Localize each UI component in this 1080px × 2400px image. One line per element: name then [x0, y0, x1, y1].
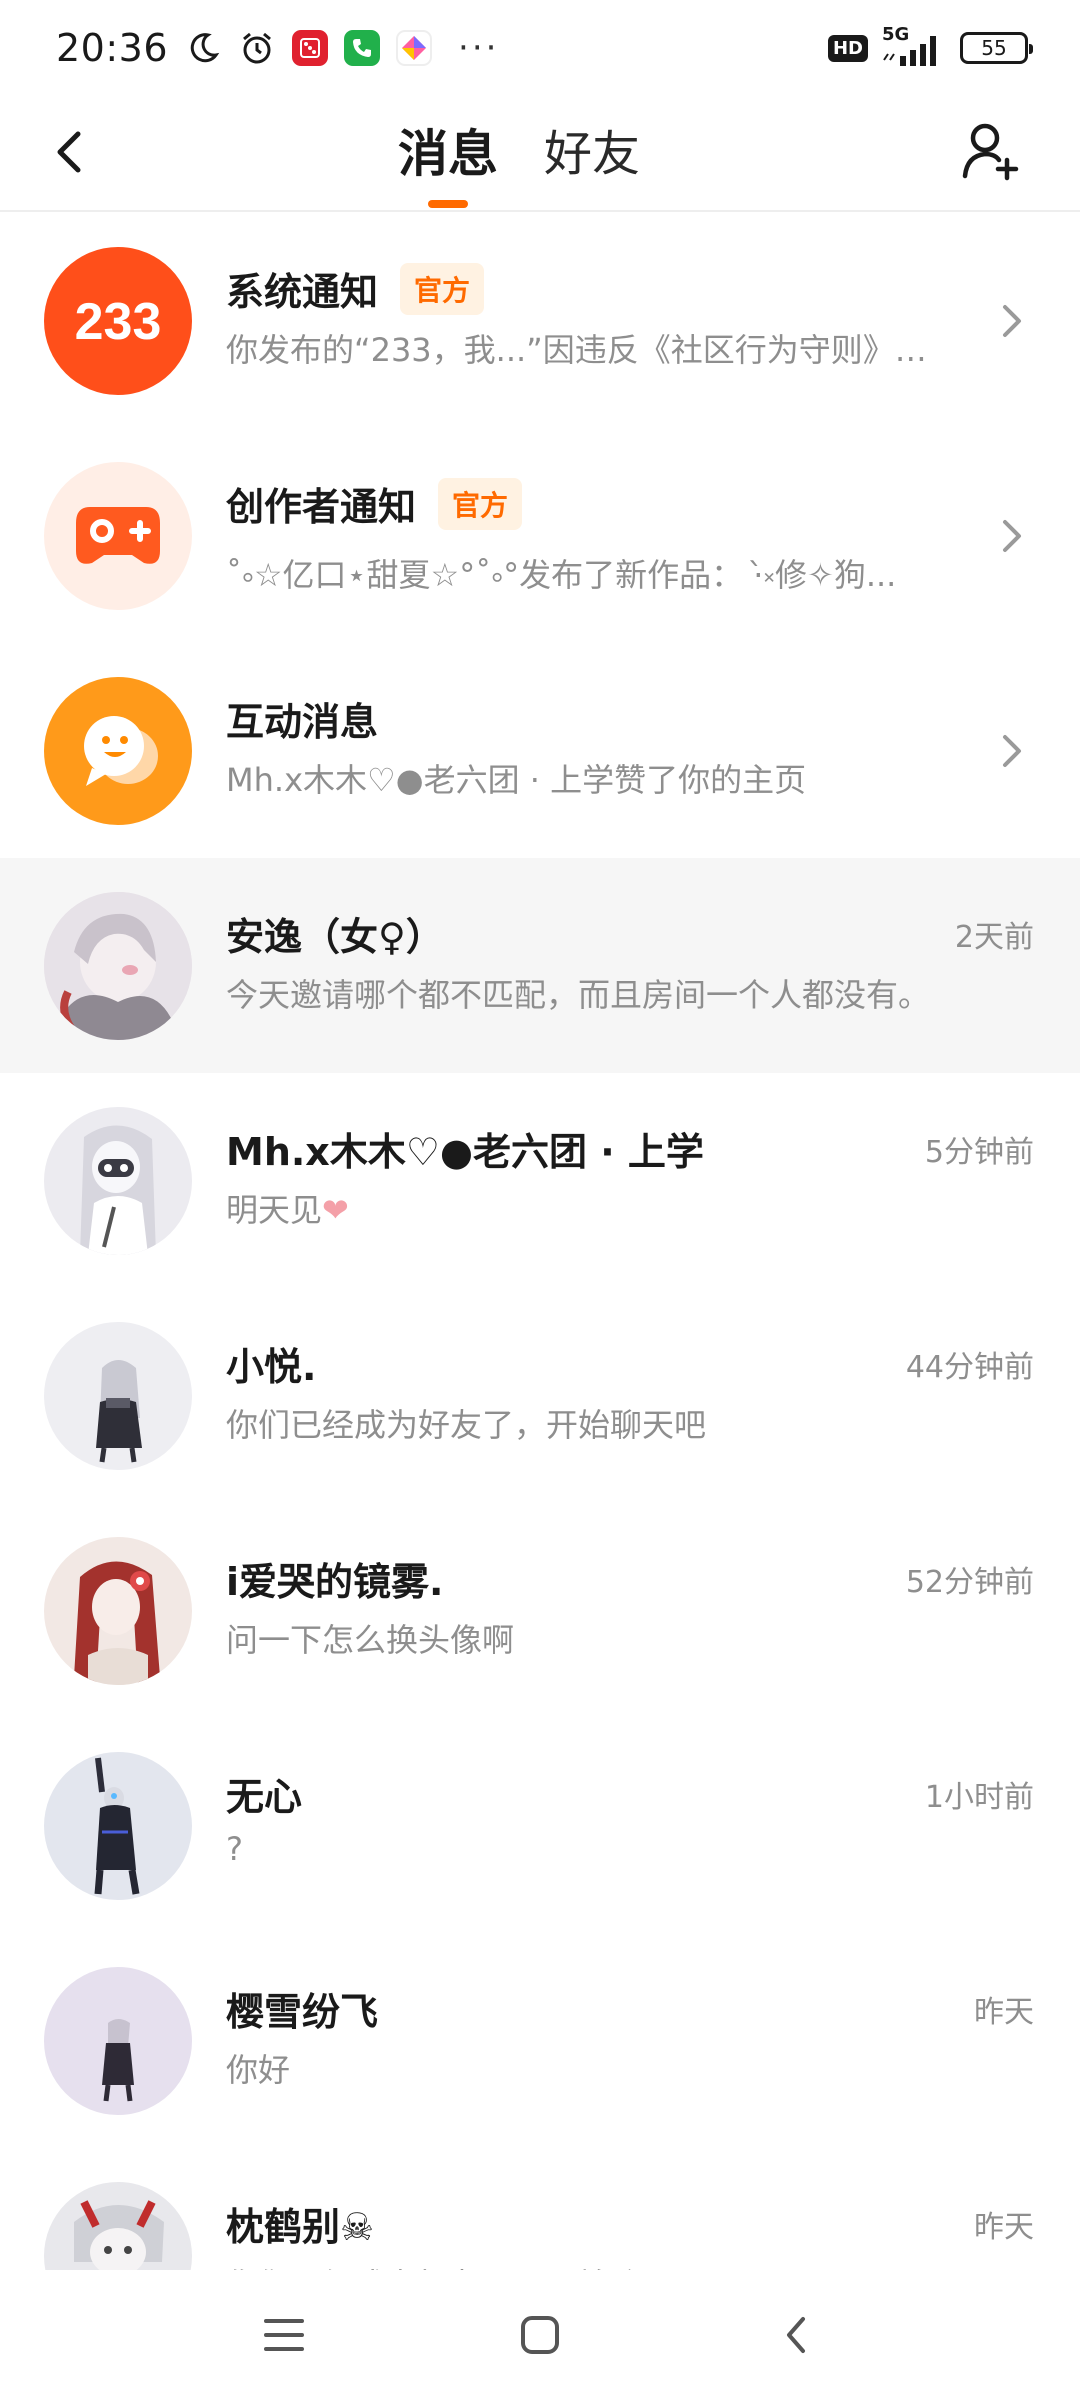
conversation-name: Mh.x木木♡●老六团 · 上学	[226, 1130, 704, 1174]
gallery-app-icon	[396, 30, 433, 66]
conversation-preview: 你好	[226, 2051, 291, 2089]
conversation-name: 创作者通知	[226, 485, 417, 529]
recent-apps-button[interactable]	[254, 2305, 314, 2365]
chevron-right-icon	[992, 514, 1032, 558]
chevron-right-icon	[992, 729, 1032, 773]
conversation-title-row: 安逸（女♀）	[226, 906, 444, 961]
conversation-name: 枕鹤别☠	[226, 2205, 375, 2249]
conversation-name: 无心	[226, 1775, 303, 1819]
home-icon	[521, 2316, 559, 2354]
tab-friends-label: 好友	[543, 126, 640, 182]
user-avatar	[44, 1322, 192, 1470]
status-time: 20:36	[56, 26, 169, 70]
hd-badge: HD	[827, 34, 868, 62]
conversation-time: 昨天	[974, 1995, 1034, 2030]
alarm-icon	[238, 29, 276, 67]
phone-app-icon	[344, 30, 381, 66]
tab-messages[interactable]: 消息	[398, 114, 498, 208]
battery-icon: 55	[960, 32, 1033, 64]
conversation-time: 昨天	[974, 2210, 1034, 2245]
signal-icon: 5G	[882, 24, 946, 68]
more-notifications-icon: ···	[458, 28, 500, 68]
list-item-chat[interactable]: Mh.x木木♡●老六团 · 上学 明天见❤ 5分钟前	[0, 1073, 1080, 1288]
back-icon	[787, 2317, 805, 2353]
conversation-title-row: 系统通知 官方	[226, 261, 485, 316]
user-avatar	[44, 1752, 192, 1900]
svg-text:233: 233	[75, 293, 162, 351]
conversation-title-row: i爱哭的镜雾.	[226, 1551, 443, 1606]
conversation-time: 5分钟前	[924, 1135, 1034, 1170]
list-item-creator-notice[interactable]: 创作者通知 官方 ˚༚☆亿口⋆甜夏☆°˚༚°发布了新作品： ·̀༝修✧狗...	[0, 428, 1080, 643]
home-button[interactable]	[510, 2305, 570, 2365]
conversation-preview: 你发布的“233，我...”因违反《社区行为守则》已...	[226, 331, 946, 369]
conversation-preview: 你们已经成为好友了，开始聊天吧	[226, 1406, 707, 1444]
conversation-title-row: 枕鹤别☠	[226, 2196, 374, 2251]
app-notification-icon	[292, 30, 329, 66]
tab-friends[interactable]: 好友	[544, 114, 640, 208]
add-friend-button[interactable]	[958, 118, 1024, 184]
status-bar: 20:36 ··· HD 5G 55	[0, 0, 1080, 96]
tab-bar: 消息 好友	[0, 114, 1080, 208]
conversation-preview: 今天邀请哪个都不匹配，而且房间一个人都没有。	[226, 976, 931, 1014]
header: 消息 好友	[0, 96, 1080, 212]
list-item-chat[interactable]: 小悦. 你们已经成为好友了，开始聊天吧 44分钟前	[0, 1288, 1080, 1503]
list-item-interaction-messages[interactable]: 互动消息 Mh.x木木♡●老六团 · 上学赞了你的主页	[0, 643, 1080, 858]
conversation-preview: ?	[226, 1830, 243, 1868]
conversation-title-row: 樱雪纷飞	[226, 1981, 378, 2036]
conversation-time: 1小时前	[924, 1780, 1034, 1815]
interaction-messages-avatar	[44, 677, 192, 825]
conversation-preview: Mh.x木木♡●老六团 · 上学赞了你的主页	[226, 761, 807, 799]
tab-messages-label: 消息	[397, 125, 498, 183]
conversation-title-row: 小悦.	[226, 1336, 316, 1391]
conversation-name: 小悦.	[226, 1345, 317, 1389]
conversation-title-row: Mh.x木木♡●老六团 · 上学	[226, 1121, 704, 1176]
conversation-list: 233 系统通知 官方 你发布的“233，我...”因违反《社区行为守则》已..…	[0, 213, 1080, 2363]
chat-bubble-icon	[84, 716, 158, 786]
233-logo-icon: 233	[75, 293, 162, 351]
conversation-title-row: 创作者通知 官方	[226, 476, 523, 531]
person-add-icon	[962, 123, 1019, 181]
user-avatar	[44, 892, 192, 1040]
conversation-name: 樱雪纷飞	[226, 1990, 379, 2034]
gamepad-icon	[76, 507, 160, 564]
conversation-time: 2天前	[954, 920, 1034, 955]
conversation-time: 52分钟前	[905, 1565, 1034, 1600]
list-item-chat[interactable]: i爱哭的镜雾. 问一下怎么换头像啊 52分钟前	[0, 1503, 1080, 1718]
list-item-chat[interactable]: 樱雪纷飞 你好 昨天	[0, 1933, 1080, 2148]
list-item-chat[interactable]: 无心 ? 1小时前	[0, 1718, 1080, 1933]
active-tab-indicator	[427, 200, 468, 208]
system-back-button[interactable]	[766, 2305, 826, 2365]
user-avatar	[44, 1107, 192, 1255]
conversation-preview: 问一下怎么换头像啊	[226, 1621, 515, 1659]
creator-notice-avatar	[44, 462, 192, 610]
list-item-chat[interactable]: 安逸（女♀） 今天邀请哪个都不匹配，而且房间一个人都没有。 2天前	[0, 858, 1080, 1073]
conversation-name: 互动消息	[226, 700, 379, 744]
heart-icon: ❤	[322, 1191, 349, 1229]
official-badge: 官方	[438, 477, 523, 530]
conversation-title-row: 互动消息	[226, 691, 378, 746]
battery-level: 55	[981, 36, 1007, 60]
conversation-time: 44分钟前	[905, 1350, 1034, 1385]
conversation-preview: ˚༚☆亿口⋆甜夏☆°˚༚°发布了新作品： ·̀༝修✧狗...	[226, 556, 897, 594]
system-notice-avatar: 233	[44, 247, 192, 395]
conversation-name: i爱哭的镜雾.	[226, 1560, 444, 1604]
user-avatar	[44, 1967, 192, 2115]
system-nav-bar	[0, 2270, 1080, 2400]
menu-icon	[264, 2319, 304, 2351]
network-label: 5G	[882, 24, 910, 45]
user-avatar	[44, 1537, 192, 1685]
conversation-preview: 明天见❤	[226, 1191, 349, 1229]
conversation-title-row: 无心	[226, 1766, 302, 1821]
conversation-name: 安逸（女♀）	[226, 915, 444, 959]
chevron-right-icon	[992, 299, 1032, 343]
list-item-system-notice[interactable]: 233 系统通知 官方 你发布的“233，我...”因违反《社区行为守则》已..…	[0, 213, 1080, 428]
official-badge: 官方	[400, 262, 485, 315]
conversation-name: 系统通知	[226, 270, 379, 314]
moon-icon	[184, 29, 222, 67]
